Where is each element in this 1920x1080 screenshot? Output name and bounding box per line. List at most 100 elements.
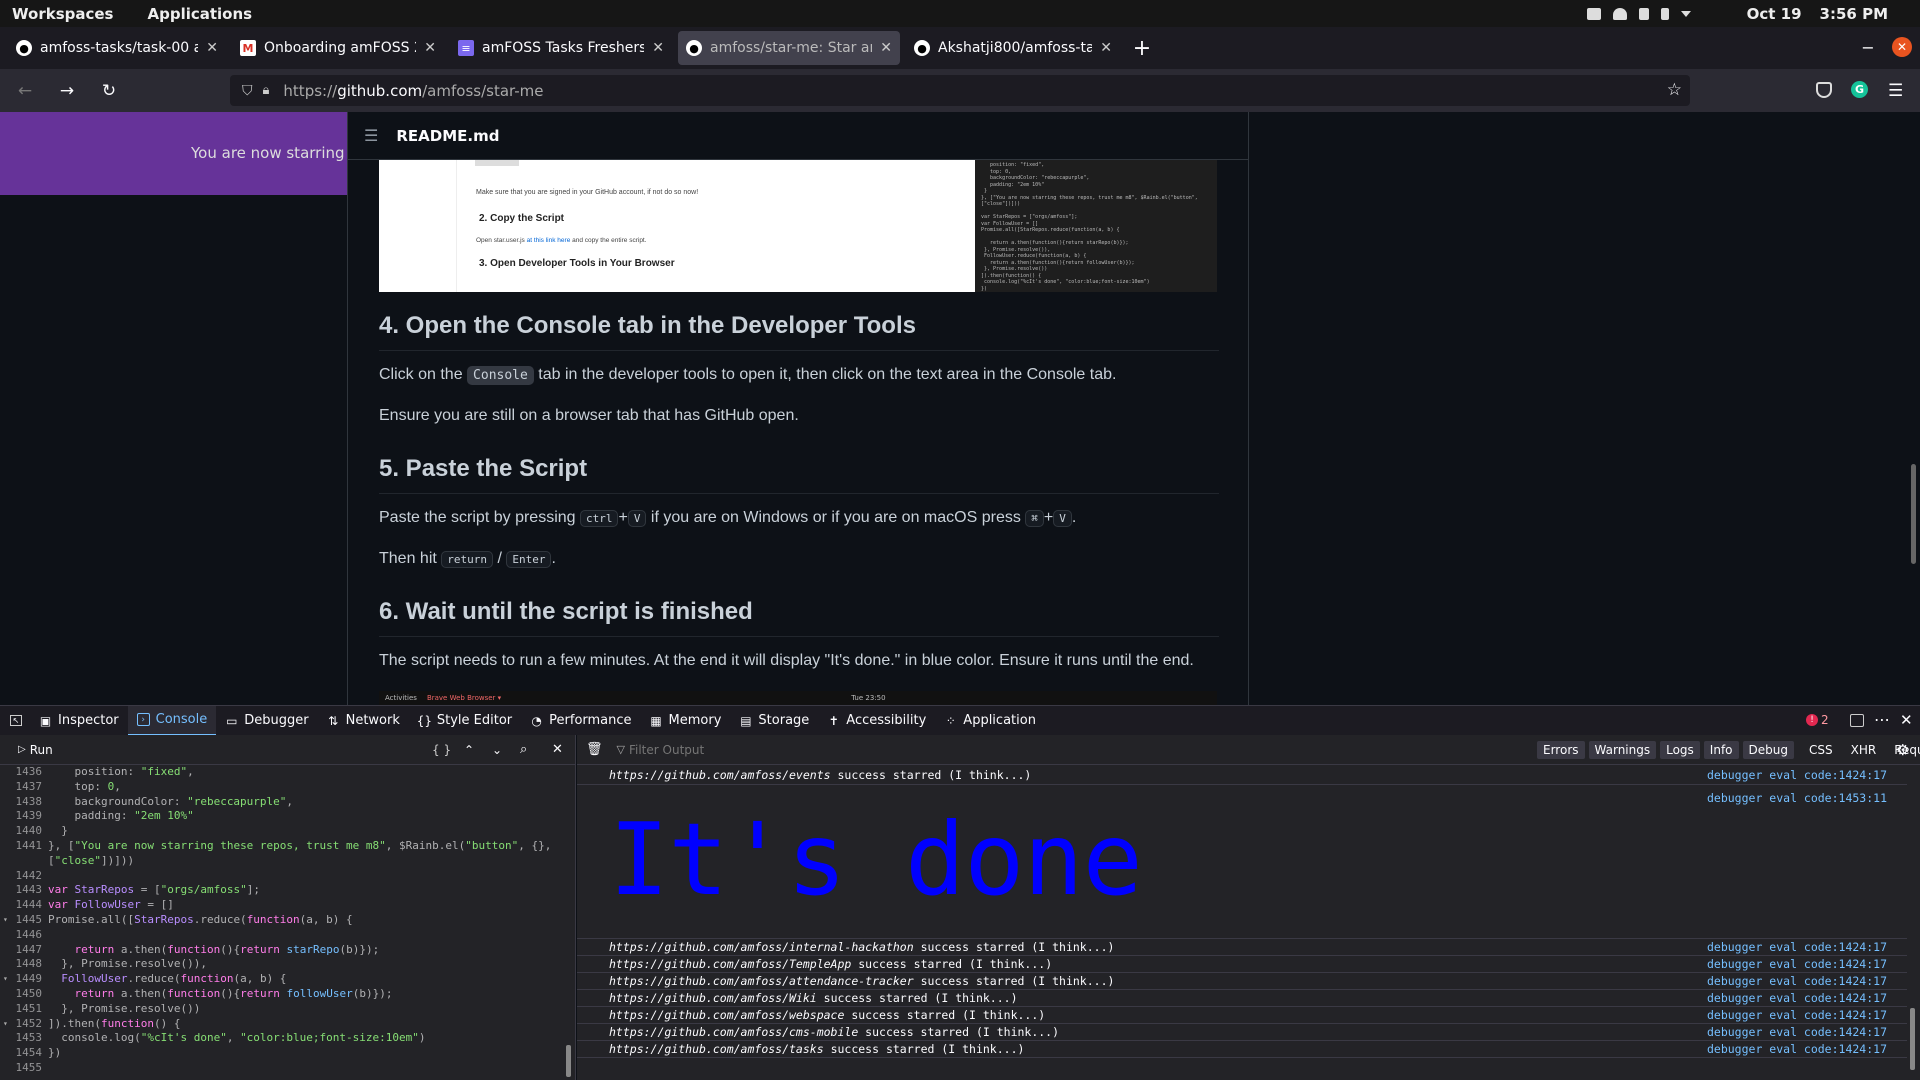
pocket-icon[interactable] <box>1816 82 1832 98</box>
code-line[interactable]: 1436 position: "fixed", <box>0 765 560 780</box>
console-settings-icon[interactable]: ⚙ <box>1896 741 1909 759</box>
workspaces-menu[interactable]: Workspaces <box>12 5 113 23</box>
output-scrollbar[interactable] <box>1910 1008 1915 1070</box>
editor-scrollbar[interactable] <box>566 1045 571 1077</box>
code-line[interactable]: 1444 var FollowUser = [] <box>0 898 560 913</box>
close-tab-icon[interactable]: ✕ <box>424 40 436 56</box>
display-icon[interactable] <box>1586 7 1601 20</box>
code-line[interactable]: 1447 return a.then(function(){return sta… <box>0 943 560 958</box>
filter-xhr[interactable]: XHR <box>1845 741 1883 759</box>
log-source-link[interactable]: debugger eval code:1453:11 <box>1707 791 1887 805</box>
code-line[interactable]: 1437 top: 0, <box>0 780 560 795</box>
log-source-link[interactable]: debugger eval code:1424:17 <box>1707 940 1887 954</box>
tab-application[interactable]: ⁘ Application <box>935 706 1045 736</box>
tab-onboarding[interactable]: M Onboarding amFOSS 2021 - ✕ <box>232 31 444 65</box>
applications-menu[interactable]: Applications <box>147 5 252 23</box>
close-devtools-icon[interactable]: ✕ <box>1900 711 1913 729</box>
close-tab-icon[interactable]: ✕ <box>1100 40 1112 56</box>
tab-star-me[interactable]: ● amfoss/star-me: Star amfos ✕ <box>678 31 900 65</box>
code-line[interactable]: 1450 return a.then(function(){return fol… <box>0 987 560 1002</box>
bookmark-star-icon[interactable]: ☆ <box>1667 80 1682 100</box>
code-line[interactable]: 1455 <box>0 1061 560 1076</box>
filter-css[interactable]: CSS <box>1803 741 1839 759</box>
filter-info[interactable]: Info <box>1703 740 1739 759</box>
pick-element-button[interactable]: ↖ <box>0 706 30 736</box>
log-source-link[interactable]: debugger eval code:1424:17 <box>1707 768 1887 782</box>
code-area[interactable]: 1436 position: "fixed", 1437 top: 0, 1438 … <box>0 765 560 1080</box>
url-bar[interactable]: ⛉ 🔒︎ https://github.com/amfoss/star-me ☆ <box>230 75 1690 106</box>
log-source-link[interactable]: debugger eval code:1424:17 <box>1707 1025 1887 1039</box>
log-source-link[interactable]: debugger eval code:1424:17 <box>1707 991 1887 1005</box>
tab-debugger[interactable]: ▭ Debugger <box>216 706 317 736</box>
fold-toggle-icon[interactable]: ▾ <box>3 972 8 987</box>
list-icon[interactable]: ☰ <box>364 126 378 145</box>
battery-icon[interactable] <box>1660 7 1669 20</box>
chevron-down-icon[interactable] <box>1680 10 1691 17</box>
code-line[interactable]: 1441}, ["You are now starring these repo… <box>0 839 560 854</box>
tab-accessibility[interactable]: ✝ Accessibility <box>818 706 935 736</box>
wifi-icon[interactable] <box>1612 7 1627 20</box>
fold-toggle-icon[interactable]: ▾ <box>3 913 8 928</box>
page-scrollbar[interactable] <box>1911 464 1916 564</box>
close-editor-icon[interactable]: ✕ <box>552 742 563 757</box>
shield-icon[interactable]: ⛉ <box>242 83 253 99</box>
log-source-link[interactable]: debugger eval code:1424:17 <box>1707 1008 1887 1022</box>
close-tab-icon[interactable]: ✕ <box>652 40 664 56</box>
close-window-button[interactable]: ✕ <box>1892 37 1912 57</box>
new-tab-button[interactable]: + <box>1128 34 1156 62</box>
tab-storage[interactable]: ▤ Storage <box>730 706 818 736</box>
console-multiline-editor[interactable]: ▷ Run { } ⌃ ⌄ ⌕ ✕ 1436 position: "fixed"… <box>0 735 576 1080</box>
tab-memory[interactable]: ▦ Memory <box>641 706 731 736</box>
back-button[interactable]: ← <box>12 78 38 104</box>
reload-button[interactable]: ↻ <box>96 78 122 104</box>
code-line[interactable]: 1438 backgroundColor: "rebeccapurple", <box>0 795 560 810</box>
chevron-down-icon[interactable]: ⌄ <box>492 743 502 757</box>
log-source-link[interactable]: debugger eval code:1424:17 <box>1707 957 1887 971</box>
log-source-link[interactable]: debugger eval code:1424:17 <box>1707 1042 1887 1056</box>
code-line[interactable]: 1453 console.log("%cIt's done", "color:b… <box>0 1031 560 1046</box>
code-line[interactable]: 1448 }, Promise.resolve()), <box>0 957 560 972</box>
tab-inspector[interactable]: ▣ Inspector <box>30 706 128 736</box>
clock[interactable]: Oct 19 3:56 PM <box>1747 5 1888 23</box>
system-tray[interactable] <box>1586 7 1691 20</box>
menu-icon[interactable]: ☰ <box>1888 81 1903 101</box>
code-line[interactable]: ▾ 1452]).then(function() { <box>0 1017 560 1032</box>
code-line[interactable]: ▾ 1449 FollowUser.reduce(function(a, b) { <box>0 972 560 987</box>
grammarly-icon[interactable]: G <box>1851 81 1868 98</box>
code-line[interactable]: 1443 var StarRepos = ["orgs/amfoss"]; <box>0 883 560 898</box>
filter-logs[interactable]: Logs <box>1660 740 1700 759</box>
code-line[interactable]: 1446 <box>0 928 560 943</box>
tab-amfoss-tasks-freshers[interactable]: ≡ amFOSS Tasks Freshers 2021 ✕ <box>450 31 672 65</box>
tab-performance[interactable]: ◔ Performance <box>521 706 640 736</box>
run-button[interactable]: ▷ Run <box>18 743 53 757</box>
lock-icon[interactable]: 🔒︎ <box>263 83 270 98</box>
tab-network[interactable]: ⇅ Network <box>318 706 409 736</box>
filter-debug[interactable]: Debug <box>1742 740 1794 759</box>
filter-output-input[interactable] <box>628 742 1229 757</box>
code-line[interactable]: 1442 <box>0 869 560 884</box>
code-line[interactable]: 1439 padding: "2em 10%" <box>0 809 560 824</box>
log-source-link[interactable]: debugger eval code:1424:17 <box>1707 974 1887 988</box>
volume-icon[interactable] <box>1638 7 1649 20</box>
more-options-icon[interactable]: ⋯ <box>1874 710 1890 729</box>
filter-warnings[interactable]: Warnings <box>1588 740 1657 759</box>
close-tab-icon[interactable]: ✕ <box>206 40 218 56</box>
code-line[interactable]: ▾ 1445 Promise.all([StarRepos.reduce(funct… <box>0 913 560 928</box>
url-text[interactable]: https://github.com/amfoss/star-me <box>283 82 543 100</box>
dock-toggle-icon[interactable] <box>1850 714 1864 727</box>
code-line[interactable]: 1440 } <box>0 824 560 839</box>
minimize-button[interactable]: − <box>1858 34 1878 60</box>
filter-icon[interactable]: ▽ <box>617 743 625 756</box>
error-count-badge[interactable]: ! 2 <box>1806 713 1829 727</box>
close-tab-icon[interactable]: ✕ <box>880 40 892 56</box>
code-line[interactable]: 1451 }, Promise.resolve()) <box>0 1002 560 1017</box>
chevron-up-icon[interactable]: ⌃ <box>464 743 474 757</box>
tab-amfoss-tasks[interactable]: ● amfoss-tasks/task-00 at ma ✕ <box>8 31 226 65</box>
forward-button[interactable]: → <box>54 78 80 104</box>
code-line[interactable]: 1454}) <box>0 1046 560 1061</box>
tab-akshatji800[interactable]: ● Akshatji800/amfoss-tasks-0 ✕ <box>906 31 1120 65</box>
fold-toggle-icon[interactable]: ▾ <box>3 1017 8 1032</box>
tab-style-editor[interactable]: {} Style Editor <box>409 706 521 736</box>
code-line[interactable]: ["close"])])) <box>0 854 560 869</box>
filter-errors[interactable]: Errors <box>1537 740 1585 759</box>
